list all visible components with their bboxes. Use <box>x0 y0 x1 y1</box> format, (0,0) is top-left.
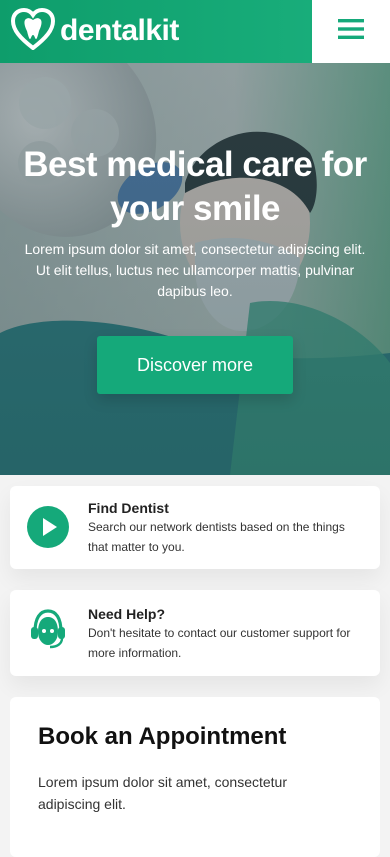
feature-card-need-help[interactable]: Need Help? Don't hesitate to contact our… <box>10 590 380 676</box>
feature-title: Find Dentist <box>88 500 169 516</box>
appointment-title: Book an Appointment <box>38 723 287 750</box>
brand-name: dentalkit <box>60 14 179 47</box>
support-agent-icon <box>26 606 70 650</box>
appointment-description: Lorem ipsum dolor sit amet, consectetur … <box>38 774 287 812</box>
menu-button[interactable] <box>312 0 390 63</box>
site-header: dentalkit <box>0 0 390 63</box>
feature-description: Search our network dentists based on the… <box>88 520 345 554</box>
play-circle-icon <box>26 505 70 549</box>
feature-card-find-dentist[interactable]: Find Dentist Search our network dentists… <box>10 486 380 569</box>
discover-more-button[interactable]: Discover more <box>97 336 293 394</box>
hero-section: Best medical care for your smile Lorem i… <box>0 63 390 475</box>
feature-title: Need Help? <box>88 606 166 622</box>
hero-title: Best medical care for your smile <box>23 145 367 228</box>
appointment-section: Book an Appointment Lorem ipsum dolor si… <box>10 697 380 857</box>
tooth-heart-icon <box>10 7 56 55</box>
hero-description: Lorem ipsum dolor sit amet, consectetur … <box>24 241 366 299</box>
hamburger-icon <box>338 18 364 45</box>
brand-logo[interactable]: dentalkit <box>10 7 179 55</box>
feature-description: Don't hesitate to contact our customer s… <box>88 626 351 660</box>
